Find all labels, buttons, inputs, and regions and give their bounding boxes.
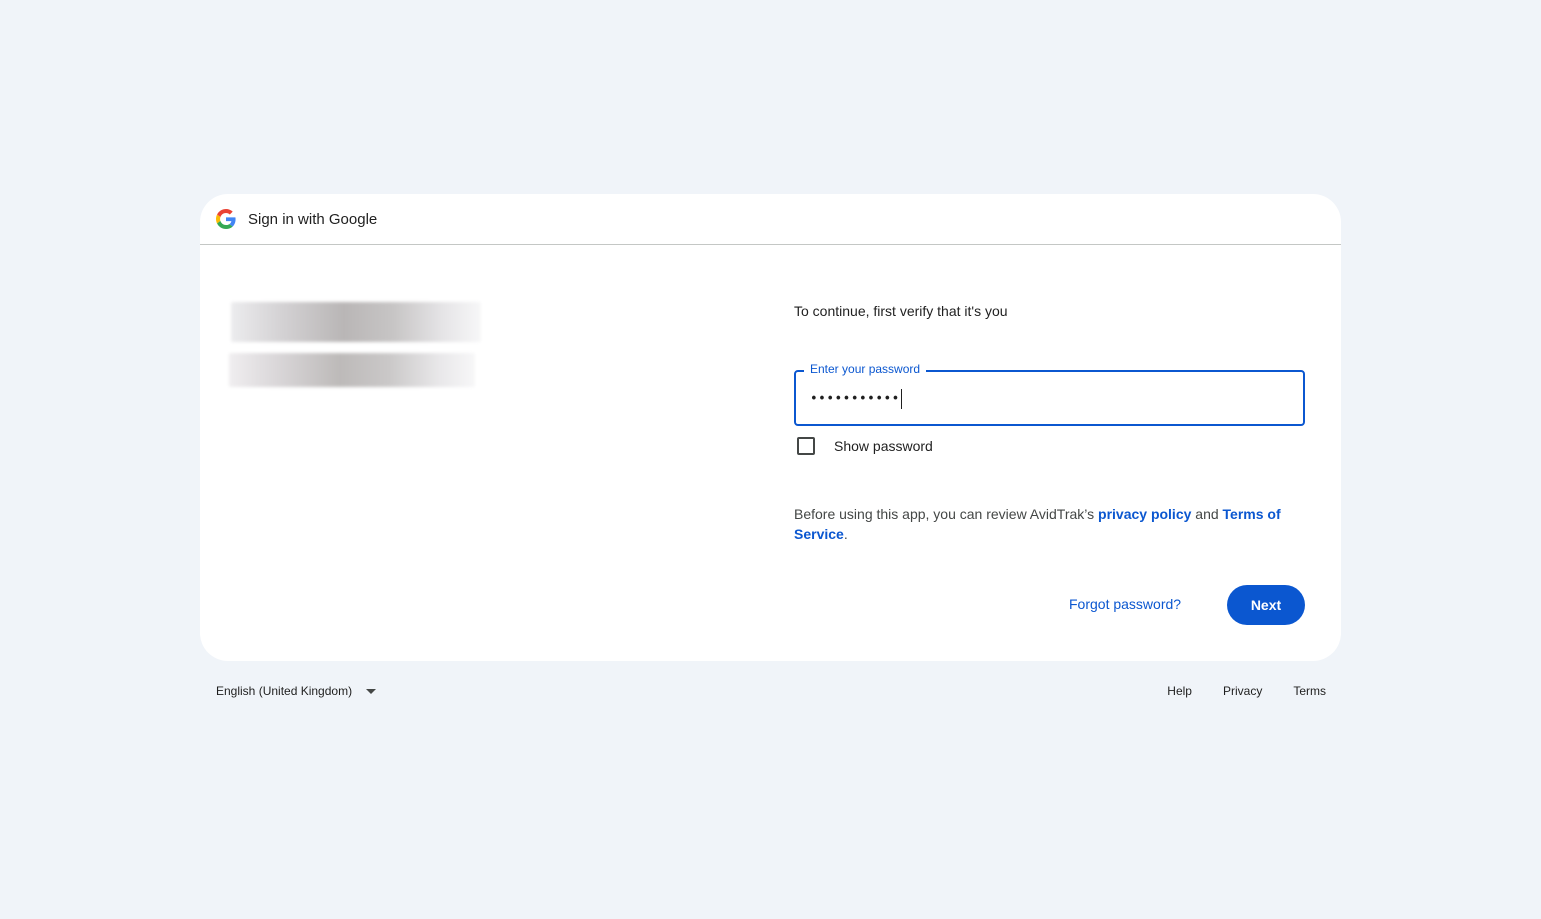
policy-suffix: . bbox=[843, 526, 848, 542]
card-header: Sign in with Google bbox=[200, 194, 1341, 245]
forgot-password-link[interactable]: Forgot password? bbox=[1069, 596, 1181, 612]
password-input[interactable]: ••••••••••• bbox=[810, 389, 902, 409]
policy-prefix: Before using this app, you can review Av… bbox=[794, 506, 1099, 522]
language-label: English (United Kingdom) bbox=[216, 684, 353, 698]
show-password-toggle[interactable]: Show password bbox=[797, 437, 933, 455]
show-password-label: Show password bbox=[834, 438, 933, 454]
chevron-down-icon bbox=[366, 688, 377, 694]
footer-link-terms[interactable]: Terms bbox=[1293, 684, 1326, 698]
policy-middle: and bbox=[1191, 506, 1223, 522]
policy-notice: Before using this app, you can review Av… bbox=[794, 504, 1304, 544]
account-name-redacted bbox=[231, 302, 481, 342]
footer: English (United Kingdom) Help Privacy Te… bbox=[216, 684, 1326, 704]
footer-links: Help Privacy Terms bbox=[1136, 684, 1326, 698]
language-selector[interactable]: English (United Kingdom) bbox=[216, 684, 377, 698]
show-password-checkbox[interactable] bbox=[797, 437, 815, 455]
footer-link-privacy[interactable]: Privacy bbox=[1223, 684, 1262, 698]
password-field[interactable]: Enter your password ••••••••••• bbox=[794, 362, 1305, 426]
footer-link-help[interactable]: Help bbox=[1167, 684, 1192, 698]
next-button[interactable]: Next bbox=[1227, 585, 1305, 625]
sign-in-card: Sign in with Google To continue, first v… bbox=[200, 194, 1341, 661]
password-field-label: Enter your password bbox=[804, 362, 927, 376]
text-caret bbox=[900, 389, 902, 409]
account-email-redacted bbox=[229, 353, 475, 387]
privacy-policy-link[interactable]: privacy policy bbox=[1098, 506, 1191, 522]
password-value: ••••••••••• bbox=[810, 391, 900, 407]
header-title: Sign in with Google bbox=[248, 210, 378, 228]
verify-heading: To continue, first verify that it's you bbox=[794, 303, 1008, 319]
google-g-icon bbox=[216, 209, 236, 229]
